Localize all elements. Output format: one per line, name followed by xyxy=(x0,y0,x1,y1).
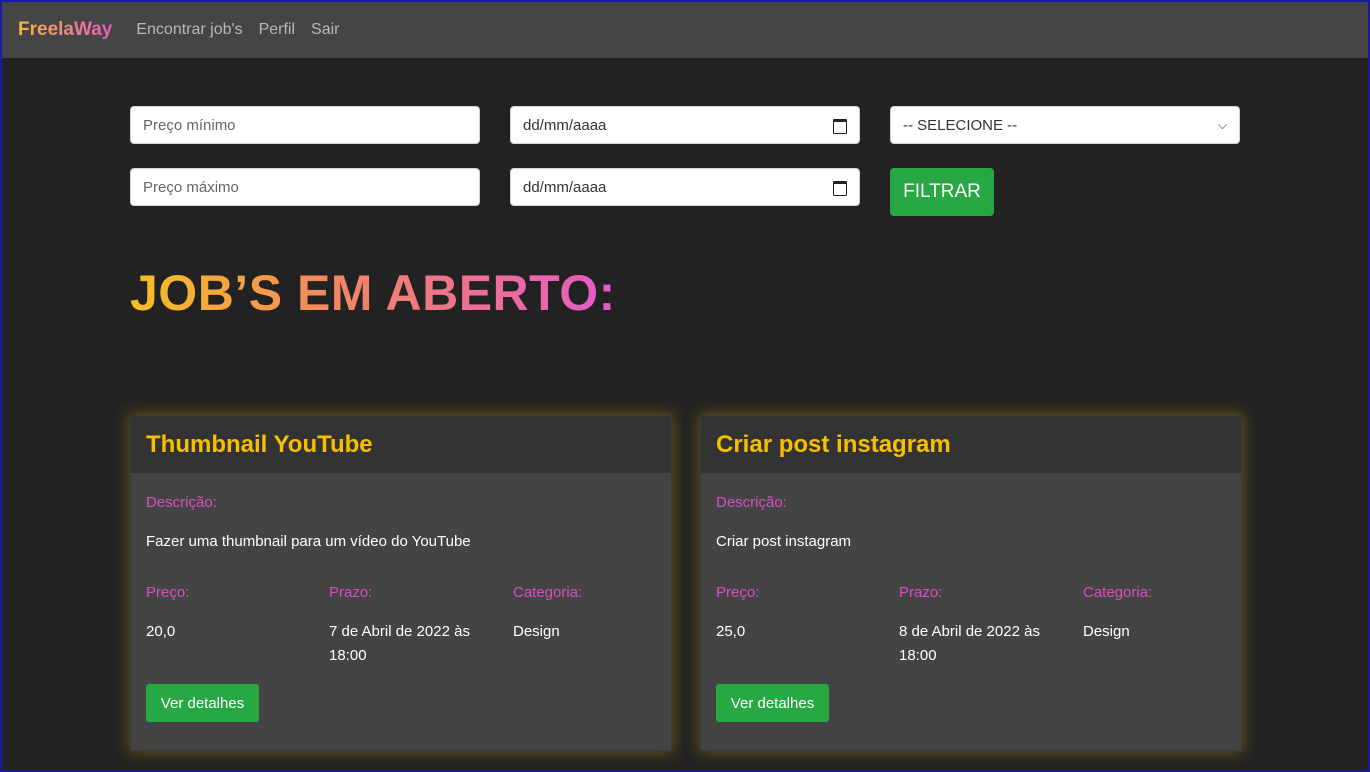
job-description: Criar post instagram xyxy=(716,533,852,550)
job-deadline-time: 18:00 xyxy=(329,647,367,664)
category-label: Categoria: xyxy=(513,584,583,601)
category-label: Categoria: xyxy=(1083,584,1153,601)
job-title: Thumbnail YouTube xyxy=(131,416,671,473)
end-date-input[interactable]: dd/mm/aaaa xyxy=(510,168,860,206)
start-date-placeholder: dd/mm/aaaa xyxy=(523,116,607,134)
job-deadline-time: 18:00 xyxy=(899,647,937,664)
deadline-label: Prazo: xyxy=(899,584,943,601)
view-details-button[interactable]: Ver detalhes xyxy=(146,684,259,722)
brand-logo[interactable]: FreelaWay xyxy=(18,19,112,41)
job-card: Thumbnail YouTube Descrição: Fazer uma t… xyxy=(130,415,672,751)
category-selected-value: -- SELECIONE -- xyxy=(903,116,1018,134)
view-details-button[interactable]: Ver detalhes xyxy=(716,684,829,722)
chevron-down-icon: ⌵ xyxy=(1217,117,1227,132)
page-title: JOB’S EM ABERTO: xyxy=(130,265,616,321)
price-label: Preço: xyxy=(716,584,760,601)
calendar-icon[interactable] xyxy=(833,118,847,134)
job-title: Criar post instagram xyxy=(701,416,1241,473)
deadline-label: Prazo: xyxy=(329,584,373,601)
job-deadline-date: 7 de Abril de 2022 às xyxy=(329,623,470,640)
job-card: Criar post instagram Descrição: Criar po… xyxy=(700,415,1242,751)
job-category: Design xyxy=(513,623,560,640)
description-label: Descrição: xyxy=(716,494,787,511)
top-navbar: FreelaWay Encontrar job's Perfil Sair xyxy=(2,2,1368,58)
filter-button[interactable]: FILTRAR xyxy=(890,168,994,216)
nav-link-find-jobs[interactable]: Encontrar job's xyxy=(136,21,242,39)
job-price: 25,0 xyxy=(716,623,746,640)
price-min-placeholder: Preço mínimo xyxy=(143,116,236,134)
job-deadline-date: 8 de Abril de 2022 às xyxy=(899,623,1040,640)
end-date-placeholder: dd/mm/aaaa xyxy=(523,178,607,196)
start-date-input[interactable]: dd/mm/aaaa xyxy=(510,106,860,144)
job-category: Design xyxy=(1083,623,1130,640)
nav-link-logout[interactable]: Sair xyxy=(311,21,339,39)
description-label: Descrição: xyxy=(146,494,217,511)
price-max-placeholder: Preço máximo xyxy=(143,178,239,196)
price-label: Preço: xyxy=(146,584,190,601)
calendar-icon[interactable] xyxy=(833,180,847,196)
category-select[interactable]: -- SELECIONE -- ⌵ xyxy=(890,106,1240,144)
price-max-input[interactable]: Preço máximo xyxy=(130,168,480,206)
job-price: 20,0 xyxy=(146,623,176,640)
price-min-input[interactable]: Preço mínimo xyxy=(130,106,480,144)
job-description: Fazer uma thumbnail para um vídeo do You… xyxy=(146,533,471,550)
nav-link-profile[interactable]: Perfil xyxy=(259,21,295,39)
